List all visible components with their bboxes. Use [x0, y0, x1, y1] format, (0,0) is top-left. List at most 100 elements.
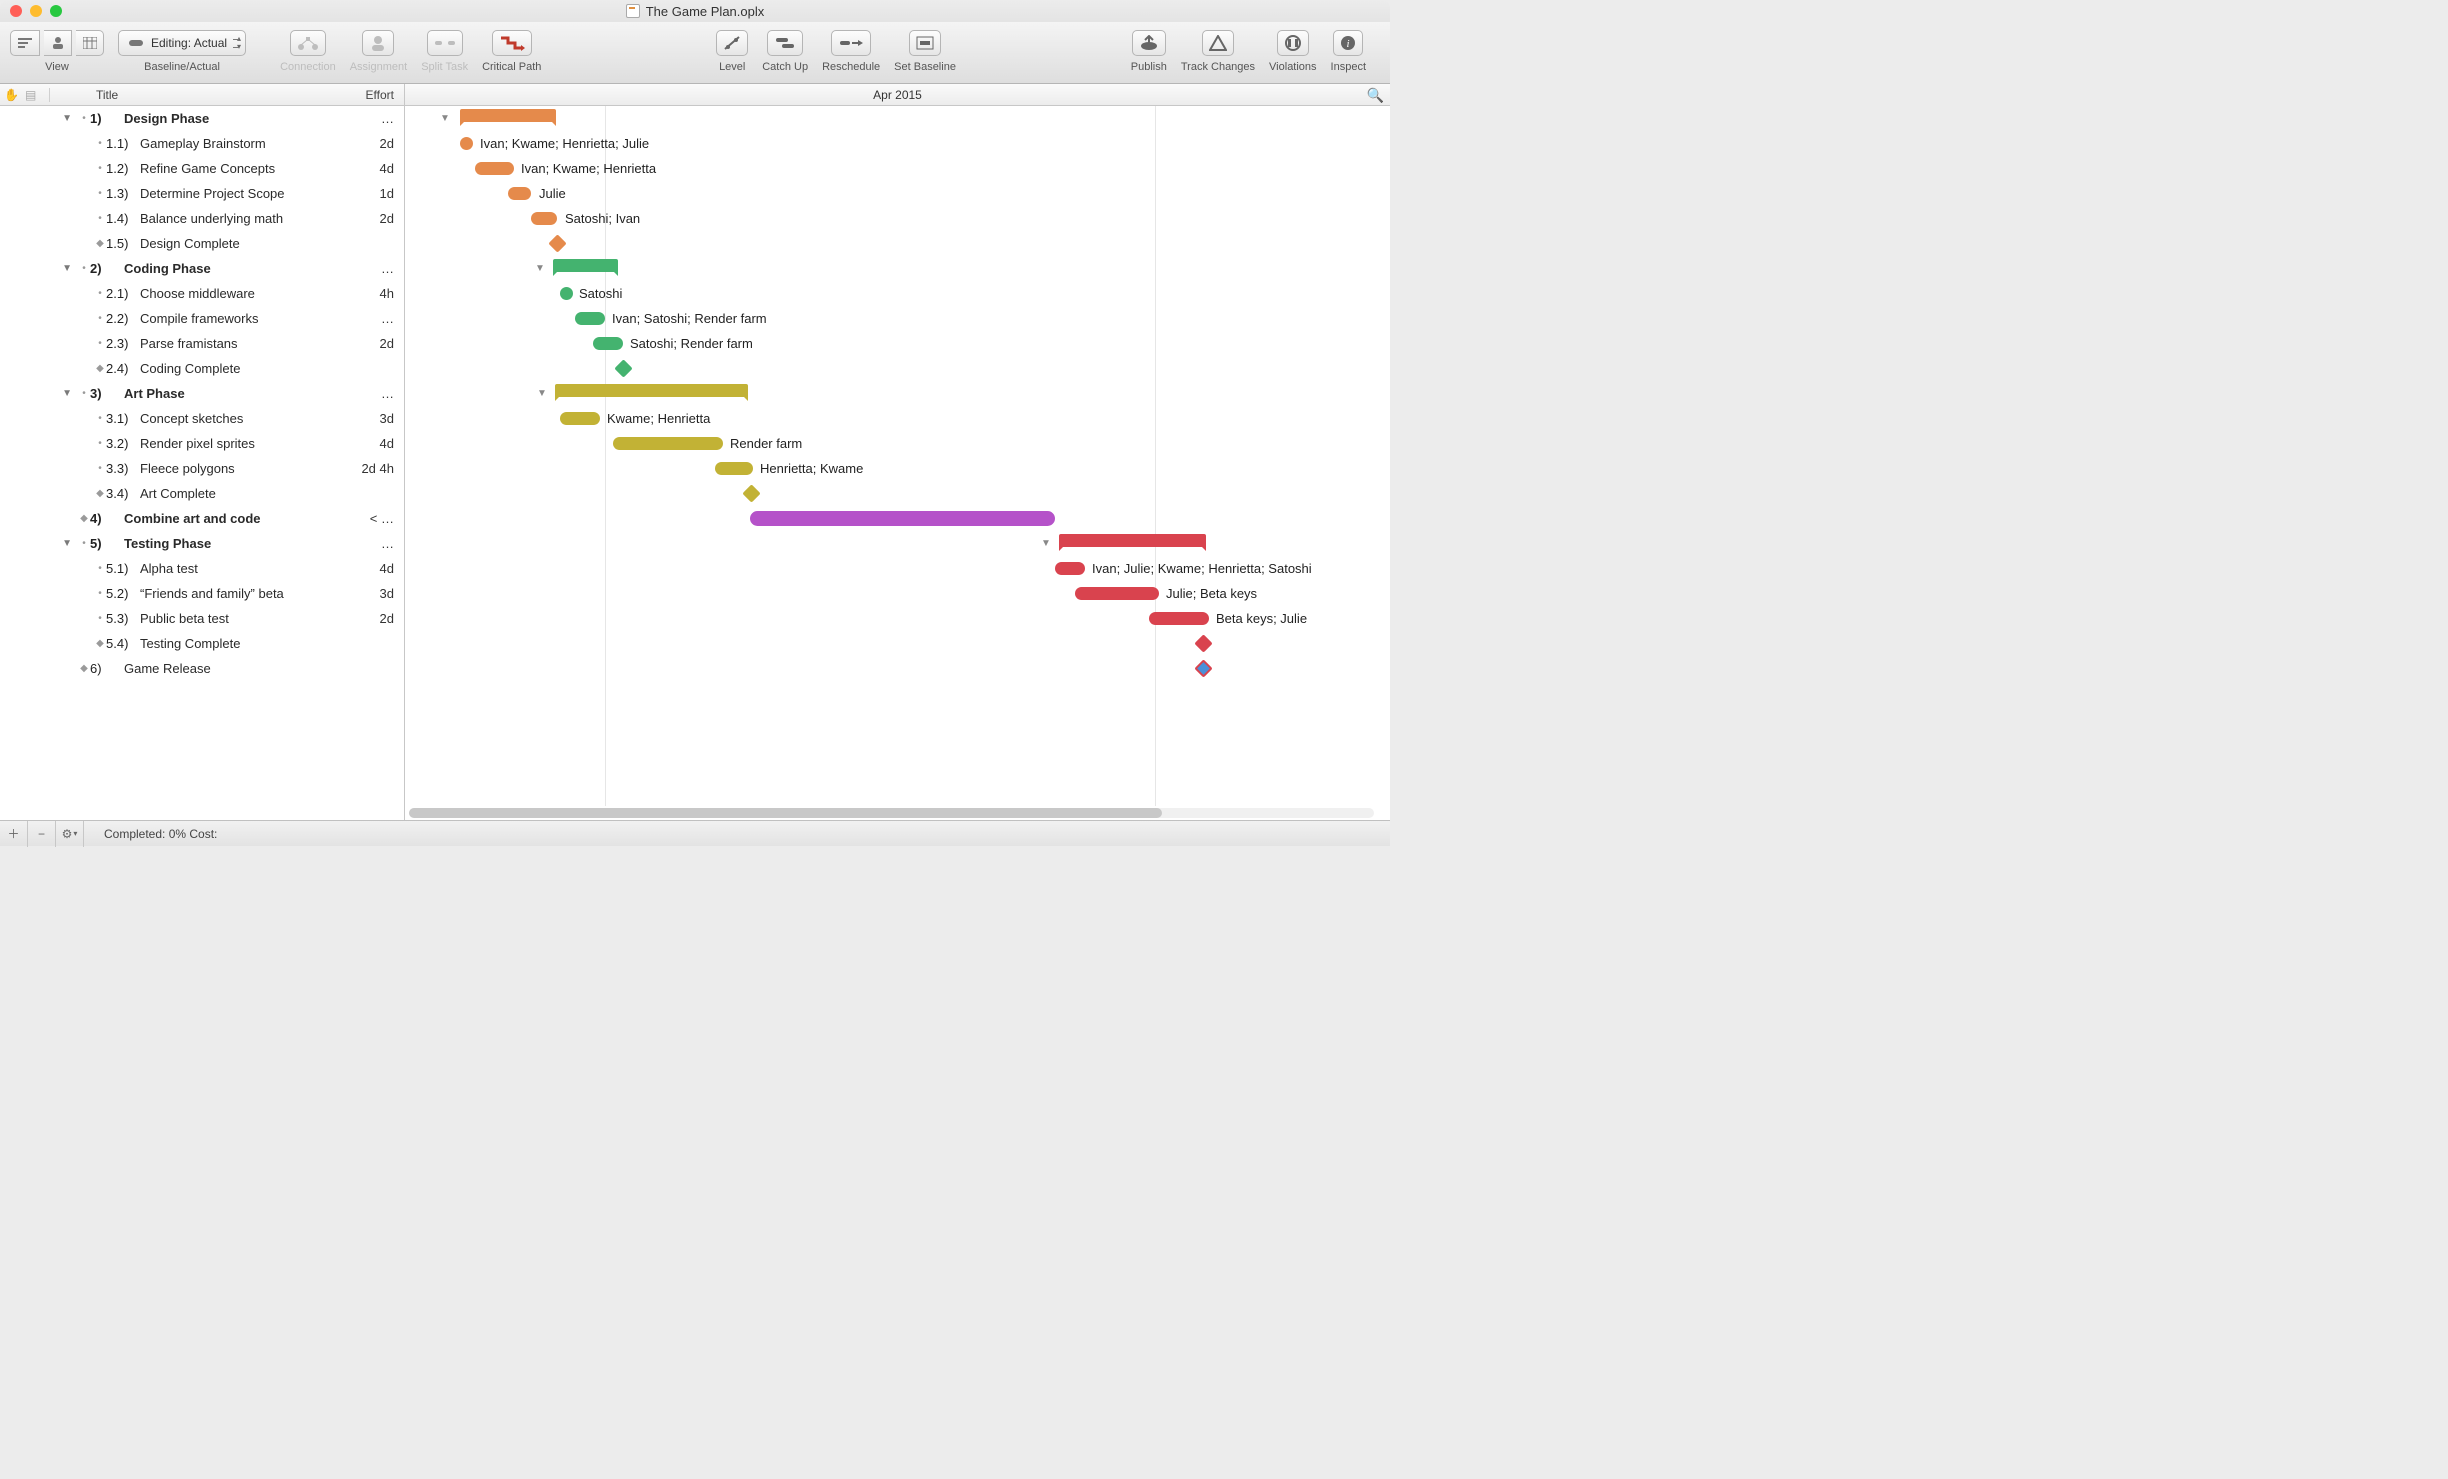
row-effort[interactable]: 4d	[336, 161, 404, 176]
view-gantt-button[interactable]	[10, 30, 40, 56]
track-changes-button[interactable]	[1202, 30, 1234, 56]
scrollbar-thumb[interactable]	[409, 808, 1162, 818]
baseline-actual-dropdown[interactable]: Editing: Actual ▴▾	[118, 30, 246, 56]
outline-row[interactable]: 6)Game Release	[0, 656, 404, 681]
task-bar[interactable]	[508, 187, 531, 200]
task-bar[interactable]	[750, 511, 1055, 526]
row-name[interactable]: Refine Game Concepts	[140, 161, 336, 176]
outline-row[interactable]: 1)Design Phase…	[0, 106, 404, 131]
outline-row[interactable]: 2.2)Compile frameworks…	[0, 306, 404, 331]
reschedule-button[interactable]	[831, 30, 871, 56]
row-name[interactable]: Art Phase	[124, 386, 336, 401]
magnifier-icon[interactable]: 🔍	[1367, 87, 1384, 104]
close-window-button[interactable]	[10, 5, 22, 17]
outline-row[interactable]: 2.4)Coding Complete	[0, 356, 404, 381]
row-effort[interactable]: 2d	[336, 136, 404, 151]
gantt-disclosure-icon[interactable]	[1041, 538, 1051, 549]
outline-row[interactable]: 5.1)Alpha test4d	[0, 556, 404, 581]
task-bar[interactable]	[613, 437, 723, 450]
row-name[interactable]: Testing Complete	[140, 636, 336, 651]
remove-button[interactable]: −	[28, 821, 56, 847]
milestone-diamond[interactable]	[614, 359, 632, 377]
task-bar[interactable]	[1075, 587, 1159, 600]
horizontal-scrollbar[interactable]	[409, 808, 1374, 818]
row-effort[interactable]: 2d 4h	[336, 461, 404, 476]
outline-row[interactable]: 1.3)Determine Project Scope1d	[0, 181, 404, 206]
violations-button[interactable]	[1277, 30, 1309, 56]
row-name[interactable]: Design Complete	[140, 236, 336, 251]
row-name[interactable]: Testing Phase	[124, 536, 336, 551]
outline-row[interactable]: 3)Art Phase…	[0, 381, 404, 406]
disclosure-triangle[interactable]	[50, 538, 78, 549]
summary-bar[interactable]	[460, 109, 556, 122]
row-effort[interactable]: 4h	[336, 286, 404, 301]
set-baseline-button[interactable]	[909, 30, 941, 56]
milestone-diamond[interactable]	[548, 234, 566, 252]
gantt-disclosure-icon[interactable]	[440, 113, 450, 124]
row-name[interactable]: “Friends and family” beta	[140, 586, 336, 601]
row-effort[interactable]: 3d	[336, 586, 404, 601]
outline-row[interactable]: 5.4)Testing Complete	[0, 631, 404, 656]
row-name[interactable]: Fleece polygons	[140, 461, 336, 476]
task-bar[interactable]	[1149, 612, 1209, 625]
disclosure-triangle[interactable]	[50, 263, 78, 274]
gantt-disclosure-icon[interactable]	[535, 263, 545, 274]
minimize-window-button[interactable]	[30, 5, 42, 17]
outline-row[interactable]: 1.5)Design Complete	[0, 231, 404, 256]
row-name[interactable]: Game Release	[124, 661, 336, 676]
outline-row[interactable]: 2.1)Choose middleware4h	[0, 281, 404, 306]
row-name[interactable]: Design Phase	[124, 111, 336, 126]
level-button[interactable]	[716, 30, 748, 56]
connection-button[interactable]	[290, 30, 326, 56]
summary-bar[interactable]	[1059, 534, 1206, 547]
row-effort[interactable]: 2d	[336, 336, 404, 351]
outline-row[interactable]: 3.3)Fleece polygons2d 4h	[0, 456, 404, 481]
hand-icon[interactable]: ✋	[4, 88, 19, 102]
outline-row[interactable]: 5.2)“Friends and family” beta3d	[0, 581, 404, 606]
add-button[interactable]: ＋	[0, 821, 28, 847]
row-name[interactable]: Concept sketches	[140, 411, 336, 426]
outline-row[interactable]: 1.2)Refine Game Concepts4d	[0, 156, 404, 181]
disclosure-triangle[interactable]	[50, 388, 78, 399]
split-task-button[interactable]	[427, 30, 463, 56]
view-calendar-button[interactable]	[76, 30, 104, 56]
gear-menu-button[interactable]: ⚙︎▾	[56, 821, 84, 847]
row-effort[interactable]: 3d	[336, 411, 404, 426]
outline-row[interactable]: 4)Combine art and code< …	[0, 506, 404, 531]
column-title[interactable]: Title	[50, 88, 336, 102]
outline-row[interactable]: 3.2)Render pixel sprites4d	[0, 431, 404, 456]
row-name[interactable]: Parse framistans	[140, 336, 336, 351]
row-effort[interactable]: 1d	[336, 186, 404, 201]
row-effort[interactable]: 2d	[336, 611, 404, 626]
task-bar[interactable]	[560, 412, 600, 425]
zoom-window-button[interactable]	[50, 5, 62, 17]
critical-path-button[interactable]	[492, 30, 532, 56]
row-name[interactable]: Determine Project Scope	[140, 186, 336, 201]
row-name[interactable]: Combine art and code	[124, 511, 336, 526]
task-bar[interactable]	[460, 137, 473, 150]
task-bar[interactable]	[560, 287, 573, 300]
row-name[interactable]: Balance underlying math	[140, 211, 336, 226]
row-effort[interactable]: 4d	[336, 561, 404, 576]
catch-up-button[interactable]	[767, 30, 803, 56]
milestone-diamond[interactable]	[742, 484, 760, 502]
row-name[interactable]: Compile frameworks	[140, 311, 336, 326]
row-name[interactable]: Public beta test	[140, 611, 336, 626]
row-effort[interactable]: …	[336, 386, 404, 401]
note-icon[interactable]: ▤	[25, 88, 36, 102]
outline-row[interactable]: 2.3)Parse framistans2d	[0, 331, 404, 356]
row-name[interactable]: Coding Complete	[140, 361, 336, 376]
row-name[interactable]: Coding Phase	[124, 261, 336, 276]
outline-row[interactable]: 5)Testing Phase…	[0, 531, 404, 556]
row-name[interactable]: Gameplay Brainstorm	[140, 136, 336, 151]
summary-bar[interactable]	[555, 384, 748, 397]
gantt-body[interactable]: Ivan; Kwame; Henrietta; JulieIvan; Kwame…	[405, 106, 1390, 806]
outline-row[interactable]: 3.4)Art Complete	[0, 481, 404, 506]
row-effort[interactable]: 2d	[336, 211, 404, 226]
row-effort[interactable]: 4d	[336, 436, 404, 451]
row-effort[interactable]: …	[336, 536, 404, 551]
outline-row[interactable]: 3.1)Concept sketches3d	[0, 406, 404, 431]
row-name[interactable]: Alpha test	[140, 561, 336, 576]
milestone-diamond[interactable]	[1194, 634, 1212, 652]
row-name[interactable]: Art Complete	[140, 486, 336, 501]
